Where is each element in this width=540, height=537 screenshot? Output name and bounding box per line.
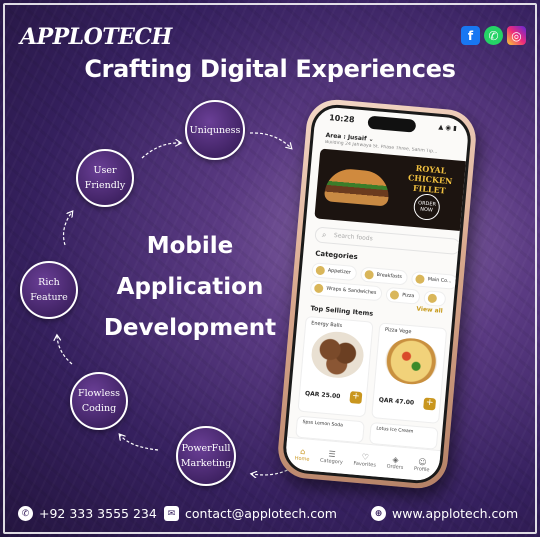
center-title-line-2: Application: [116, 274, 264, 300]
phone-mockup: 10:28 ▲ ◉ ▮ Area : Jusaif ⌄ Building 24 …: [275, 97, 479, 491]
center-title-line-1: Mobile: [146, 233, 234, 259]
email-icon: ✉: [164, 506, 179, 521]
promo-banner[interactable]: ROYAL CHICKEN FILLET ORDER NOW: [314, 148, 470, 232]
feature-user-friendly-label-1: User: [93, 165, 117, 176]
feature-flawless-coding: Flowless Coding: [70, 372, 128, 430]
home-icon: ⌂: [299, 446, 306, 457]
category-chip[interactable]: Pizza: [385, 286, 421, 305]
category-icon: [389, 290, 400, 300]
poster-canvas: APPLOTECH f ✆ ◎ Crafting Digital Experie…: [0, 0, 540, 537]
category-icon: [313, 283, 324, 294]
product-price: QAR 47.00: [378, 396, 415, 407]
footer-email-text: contact@applotech.com: [185, 506, 337, 521]
center-title: Mobile Application Development: [95, 226, 285, 349]
feature-uniqueness: Uniquness: [185, 100, 245, 160]
category-icon: [315, 265, 326, 276]
feature-powerful-marketing: PowerFull Marketing: [176, 426, 236, 486]
category-chip[interactable]: [423, 290, 447, 308]
product-card[interactable]: Energy Balls QAR 25.00 +: [297, 315, 374, 418]
feature-user-friendly-label-2: Friendly: [84, 180, 126, 191]
whatsapp-icon[interactable]: ✆: [484, 26, 503, 45]
add-to-cart-button[interactable]: +: [349, 391, 363, 405]
feature-rich-feature: Rich Feature: [20, 261, 78, 319]
feature-rich-feature-label-1: Rich: [38, 277, 60, 288]
top-selling-heading: Top Selling Items: [310, 304, 374, 318]
brand-logo: APPLOTECH: [20, 24, 172, 50]
category-icon: [364, 269, 375, 280]
category-icon: [415, 274, 426, 285]
instagram-icon[interactable]: ◎: [507, 26, 526, 45]
footer-website[interactable]: ⊕ www.applotech.com: [371, 506, 518, 521]
status-icons: ▲ ◉ ▮: [438, 122, 458, 133]
burger-image: [323, 167, 391, 207]
tab-favorites[interactable]: ♡ Favorites: [353, 452, 377, 468]
feature-rich-feature-label-2: Feature: [30, 292, 68, 303]
product-price: QAR 25.00: [304, 390, 341, 401]
feature-marketing-label-2: Marketing: [180, 458, 232, 469]
phone-icon: ✆: [18, 506, 33, 521]
feature-flawless-coding-label-2: Coding: [81, 403, 117, 414]
order-now-badge[interactable]: ORDER NOW: [412, 192, 441, 222]
feature-uniqueness-label: Uniquness: [189, 124, 241, 136]
product-name: Pizza Vege: [384, 326, 412, 336]
facebook-icon[interactable]: f: [461, 26, 480, 45]
headline: Crafting Digital Experiences: [84, 55, 456, 83]
feature-flawless-coding-label-1: Flowless: [78, 388, 120, 399]
category-chip[interactable]: Main Co...: [411, 271, 459, 290]
feature-user-friendly: User Friendly: [76, 149, 134, 207]
banner-title: ROYAL CHICKEN FILLET: [407, 162, 453, 196]
status-time: 10:28: [328, 113, 355, 125]
footer-email[interactable]: ✉ contact@applotech.com: [164, 506, 337, 521]
category-chip[interactable]: Appetizer: [311, 262, 358, 282]
category-icon: [427, 293, 438, 304]
feature-marketing-label-1: PowerFull: [181, 443, 231, 454]
product-name: Energy Balls: [310, 320, 343, 330]
center-title-line-3: Development: [103, 315, 277, 341]
phone-screen: 10:28 ▲ ◉ ▮ Area : Jusaif ⌄ Building 24 …: [281, 102, 473, 486]
globe-icon: ⊕: [371, 506, 386, 521]
phone-notch: [367, 115, 417, 133]
social-icons: f ✆ ◎: [461, 26, 526, 45]
tab-profile[interactable]: ☺ Profile: [414, 457, 431, 473]
view-all-link[interactable]: View all: [416, 306, 443, 315]
product-image: [383, 336, 440, 387]
category-chip[interactable]: Wraps & Sandwiches: [309, 280, 383, 302]
product-image: [309, 329, 366, 380]
categories-heading: Categories: [314, 249, 359, 262]
category-chip[interactable]: Breakfasts: [360, 266, 409, 286]
tab-home[interactable]: ⌂ Home: [294, 446, 310, 463]
tab-category[interactable]: ☰ Category: [320, 449, 344, 465]
add-to-cart-button[interactable]: +: [423, 397, 437, 411]
footer-website-text: www.applotech.com: [392, 506, 519, 521]
tab-orders[interactable]: ◈ Orders: [386, 455, 404, 471]
footer-phone-text: +92 333 3555 234: [39, 506, 157, 521]
footer-phone[interactable]: ✆ +92 333 3555 234: [18, 506, 157, 521]
product-card[interactable]: Pizza Vege QAR 47.00 +: [371, 322, 448, 424]
